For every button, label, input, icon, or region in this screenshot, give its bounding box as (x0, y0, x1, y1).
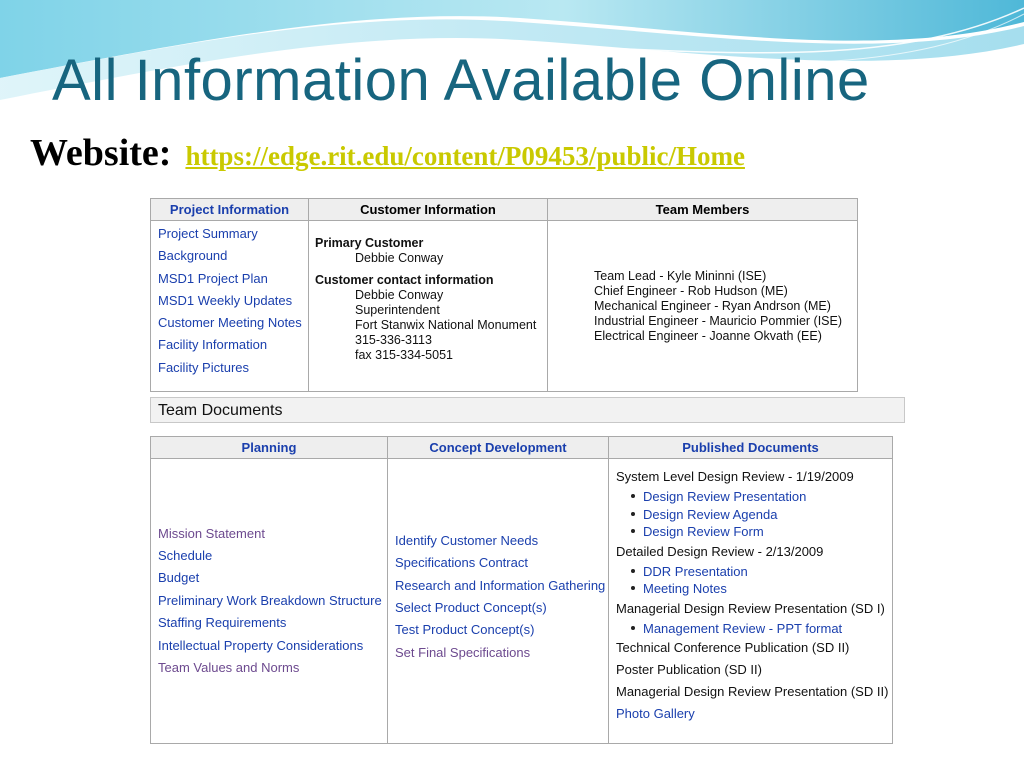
bullet-icon (631, 568, 635, 573)
link-photo-gallery[interactable]: Photo Gallery (616, 703, 892, 725)
tech-conference-publication: Technical Conference Publication (SD II) (616, 640, 850, 655)
link-budget[interactable]: Budget (158, 567, 387, 589)
link-preliminary-wbs[interactable]: Preliminary Work Breakdown Structure (158, 590, 387, 612)
list-item: Meeting Notes (628, 580, 892, 598)
link-msd1-weekly-updates[interactable]: MSD1 Weekly Updates (158, 290, 308, 312)
link-design-review-form[interactable]: Design Review Form (643, 524, 764, 539)
website-label: Website: (30, 132, 172, 174)
poster-publication: Poster Publication (SD II) (616, 662, 762, 677)
concept-development-cell: Identify Customer Needs Specifications C… (387, 458, 609, 744)
link-identify-customer-needs[interactable]: Identify Customer Needs (395, 530, 608, 552)
customer-info-cell: Primary Customer Debbie Conway Customer … (308, 220, 548, 392)
bullet-icon (631, 586, 635, 591)
link-design-review-presentation[interactable]: Design Review Presentation (643, 489, 806, 504)
link-background[interactable]: Background (158, 245, 308, 267)
link-intellectual-property[interactable]: Intellectual Property Considerations (158, 635, 387, 657)
team-documents-heading: Team Documents (150, 397, 905, 423)
published-documents-cell: System Level Design Review - 1/19/2009 D… (608, 458, 893, 744)
header-project-information[interactable]: Project Information (150, 198, 309, 221)
link-customer-meeting-notes[interactable]: Customer Meeting Notes (158, 312, 308, 334)
header-team-members: Team Members (547, 198, 858, 221)
team-documents-table: Planning Concept Development Published D… (150, 436, 893, 744)
contact-line: fax 315-334-5051 (355, 348, 453, 362)
link-facility-pictures[interactable]: Facility Pictures (158, 357, 308, 379)
team-members-cell: Team Lead - Kyle Mininni (ISE) Chief Eng… (547, 220, 858, 392)
bullet-icon (631, 511, 635, 516)
website-line: Website: https://edge.rit.edu/content/P0… (30, 134, 745, 172)
website-url-link[interactable]: https://edge.rit.edu/content/P09453/publ… (185, 141, 745, 171)
project-links-cell: Project Summary Background MSD1 Project … (150, 220, 309, 392)
list-item: Management Review - PPT format (628, 620, 892, 638)
project-info-table: Project Information Customer Information… (150, 198, 858, 392)
mdr1-title: Managerial Design Review Presentation (S… (616, 600, 885, 616)
link-team-values-norms[interactable]: Team Values and Norms (158, 657, 387, 679)
link-select-product-concepts[interactable]: Select Product Concept(s) (395, 597, 608, 619)
link-set-final-specifications[interactable]: Set Final Specifications (395, 642, 608, 664)
header-published-documents[interactable]: Published Documents (608, 436, 893, 459)
contact-line: Superintendent (355, 303, 440, 317)
list-item: DDR Presentation (628, 563, 892, 581)
team-member: Chief Engineer - Rob Hudson (ME) (594, 283, 788, 298)
link-test-product-concepts[interactable]: Test Product Concept(s) (395, 619, 608, 641)
bullet-icon (631, 494, 635, 499)
ddr-title: Detailed Design Review - 2/13/2009 (616, 543, 824, 559)
link-project-summary[interactable]: Project Summary (158, 223, 308, 245)
team-member: Mechanical Engineer - Ryan Andrson (ME) (594, 298, 831, 313)
link-facility-information[interactable]: Facility Information (158, 334, 308, 356)
link-mission-statement[interactable]: Mission Statement (158, 523, 387, 545)
sldr-title: System Level Design Review - 1/19/2009 (616, 469, 854, 484)
mdr2-title: Managerial Design Review Presentation (S… (616, 684, 889, 699)
header-customer-information: Customer Information (308, 198, 548, 221)
slide-title: All Information Available Online (52, 48, 870, 113)
contact-line: Fort Stanwix National Monument (355, 318, 537, 332)
link-specifications-contract[interactable]: Specifications Contract (395, 552, 608, 574)
contact-line: Debbie Conway (355, 288, 444, 302)
link-staffing-requirements[interactable]: Staffing Requirements (158, 612, 387, 634)
primary-customer-name: Debbie Conway (355, 251, 444, 265)
link-meeting-notes[interactable]: Meeting Notes (643, 581, 727, 596)
list-item: Design Review Presentation (628, 488, 892, 506)
bullet-icon (631, 625, 635, 630)
list-item: Design Review Agenda (628, 506, 892, 524)
contact-line: 315-336-3113 (355, 333, 432, 347)
primary-customer-heading: Primary Customer (315, 236, 424, 250)
link-ddr-presentation[interactable]: DDR Presentation (643, 564, 748, 579)
team-member: Team Lead - Kyle Mininni (ISE) (594, 268, 767, 283)
link-design-review-agenda[interactable]: Design Review Agenda (643, 507, 777, 522)
contact-info-heading: Customer contact information (315, 273, 494, 287)
link-msd1-project-plan[interactable]: MSD1 Project Plan (158, 268, 308, 290)
link-schedule[interactable]: Schedule (158, 545, 387, 567)
link-research-information-gathering[interactable]: Research and Information Gathering (395, 575, 608, 597)
header-concept-development[interactable]: Concept Development (387, 436, 609, 459)
team-member: Industrial Engineer - Mauricio Pommier (… (594, 313, 842, 328)
header-planning[interactable]: Planning (150, 436, 388, 459)
list-item: Design Review Form (628, 523, 892, 541)
planning-cell: Mission Statement Schedule Budget Prelim… (150, 458, 388, 744)
link-management-review-ppt[interactable]: Management Review - PPT format (643, 621, 842, 636)
team-member: Electrical Engineer - Joanne Okvath (EE) (594, 328, 822, 343)
bullet-icon (631, 529, 635, 534)
